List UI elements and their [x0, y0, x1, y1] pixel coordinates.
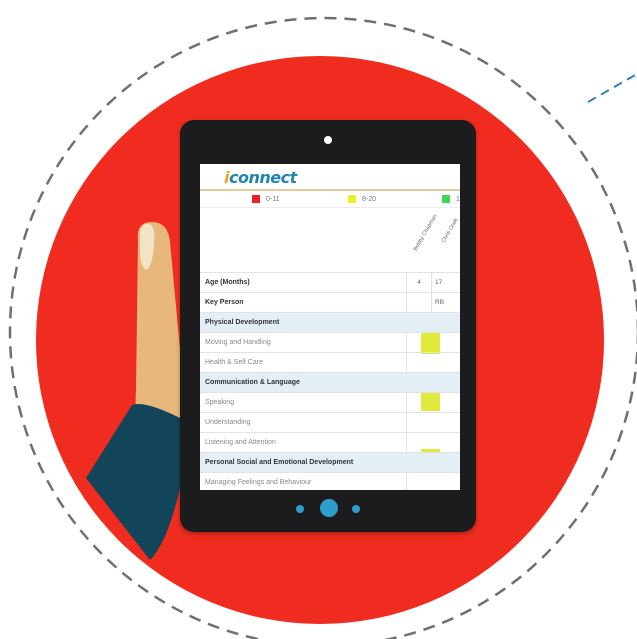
camera-icon	[324, 136, 332, 144]
legend-label: 0-11	[266, 195, 280, 203]
section-row[interactable]: Communication & Language	[200, 372, 460, 392]
row-label: Managing Feelings and Behaviour	[205, 479, 312, 486]
legend-item-yellow: 8-20	[348, 195, 376, 203]
cell	[406, 413, 431, 432]
cell: 17	[431, 273, 460, 292]
cell	[406, 333, 431, 352]
section-row[interactable]: Physical Development	[200, 312, 460, 332]
tracking-grid: Age (Months) 4 17 Key Person RB Physical De…	[200, 272, 460, 490]
sleeve-icon	[86, 404, 184, 560]
tablet-screen: iconnect 0-11 8-20 1 Bobby Chapman Chris…	[200, 164, 460, 490]
legend-swatch-green	[442, 195, 450, 203]
table-row[interactable]: Managing Feelings and Behaviour	[200, 472, 460, 490]
left-dot-button[interactable]	[296, 505, 304, 513]
child-name-header[interactable]: Chris Cook	[441, 217, 460, 244]
tablet-device: iconnect 0-11 8-20 1 Bobby Chapman Chris…	[180, 120, 476, 532]
legend-swatch-yellow	[348, 195, 356, 203]
child-name-headers: Bobby Chapman Chris Cook	[200, 208, 460, 270]
row-label: Key Person	[205, 299, 244, 306]
row-label: Communication & Language	[205, 379, 300, 386]
cell	[406, 433, 431, 452]
row-label: Listening and Attention	[205, 439, 276, 446]
cell	[406, 473, 431, 490]
row-label: Physical Development	[205, 319, 280, 326]
home-button[interactable]	[320, 499, 338, 517]
legend-item-red: 0-11	[252, 195, 280, 203]
cell	[406, 393, 431, 412]
row-label: Age (Months)	[205, 279, 250, 286]
table-row[interactable]: Understanding	[200, 412, 460, 432]
legend-item-green: 1	[442, 195, 460, 203]
row-label: Moving and Handling	[205, 339, 271, 346]
cell: 4	[406, 273, 431, 292]
table-row[interactable]: Key Person RB	[200, 292, 460, 312]
table-row[interactable]: Age (Months) 4 17	[200, 272, 460, 292]
table-row[interactable]: Speaking	[200, 392, 460, 412]
cell: RB	[431, 293, 460, 312]
legend-swatch-red	[252, 195, 260, 203]
right-dot-button[interactable]	[352, 505, 360, 513]
cell	[406, 293, 431, 312]
cell	[406, 353, 431, 372]
score-legend: 0-11 8-20 1	[200, 191, 460, 208]
logo-text: connect	[228, 168, 297, 187]
row-label: Understanding	[205, 419, 251, 426]
row-label: Speaking	[205, 399, 235, 406]
row-label: Personal Social and Emotional Developmen…	[205, 459, 354, 466]
tablet-buttons	[296, 499, 362, 519]
table-row[interactable]: Health & Self Care	[200, 352, 460, 372]
table-row[interactable]: Listening and Attention	[200, 432, 460, 452]
child-name-header[interactable]: Bobby Chapman	[413, 214, 439, 252]
app-header: iconnect	[200, 164, 460, 191]
legend-label: 1	[456, 195, 460, 203]
section-row[interactable]: Personal Social and Emotional Developmen…	[200, 452, 460, 472]
table-row[interactable]: Moving and Handling	[200, 332, 460, 352]
row-label: Health & Self Care	[205, 359, 263, 366]
iconnect-logo[interactable]: iconnect	[224, 167, 297, 189]
legend-label: 8-20	[362, 195, 377, 203]
